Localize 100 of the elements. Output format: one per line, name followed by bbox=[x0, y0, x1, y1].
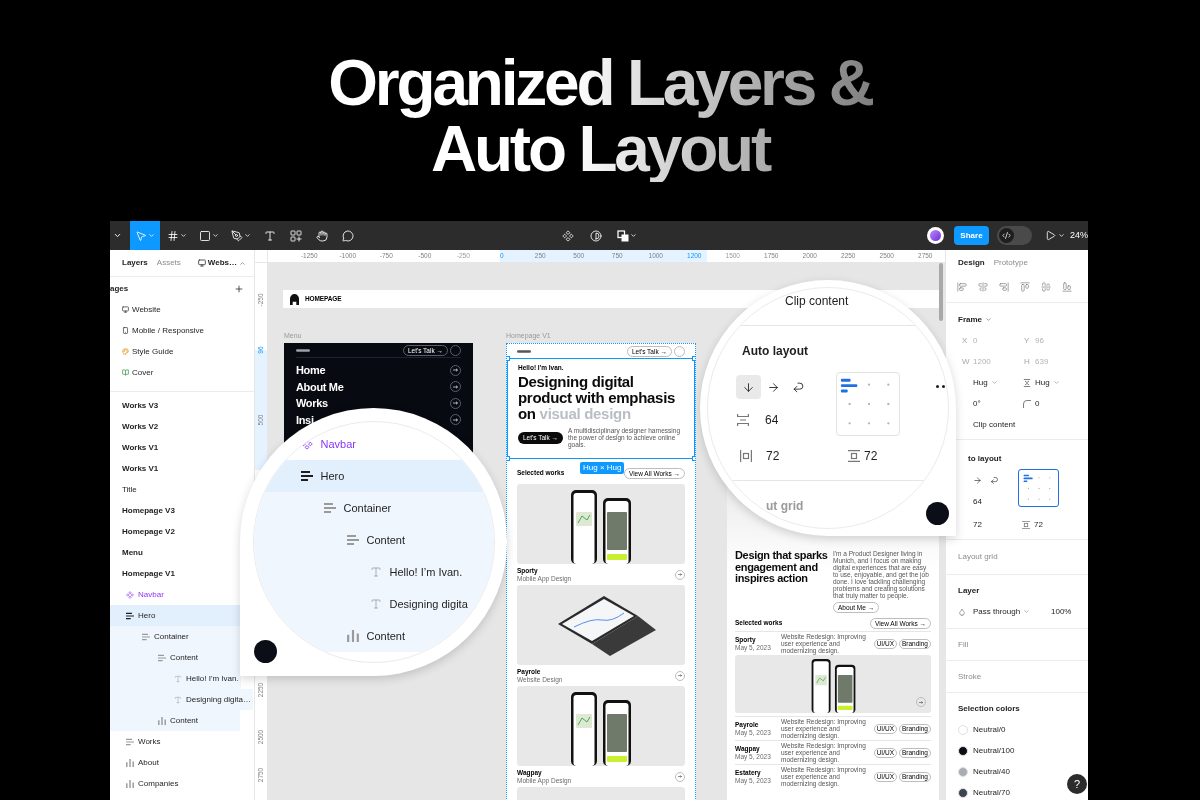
text-icon bbox=[369, 566, 382, 578]
text-icon bbox=[174, 674, 182, 683]
color-name: Neutral/100 bbox=[973, 744, 1015, 757]
hero-heading: Designing digital product with emphasis on visual design bbox=[518, 374, 677, 422]
layer-item[interactable]: Container bbox=[253, 492, 494, 524]
play-icon bbox=[1045, 230, 1056, 241]
sizing-select[interactable]: Hug bbox=[973, 376, 998, 389]
field-label: H bbox=[1023, 355, 1031, 368]
align-top-icon[interactable] bbox=[1020, 282, 1030, 292]
plus-icon[interactable] bbox=[234, 283, 244, 294]
hash-icon bbox=[167, 229, 179, 242]
menu-link[interactable]: Insi bbox=[296, 413, 314, 426]
chevron-down-icon[interactable] bbox=[113, 231, 122, 240]
hug-height-icon bbox=[1023, 378, 1031, 387]
field-label: W bbox=[961, 355, 971, 368]
page-item[interactable]: Cover bbox=[110, 362, 254, 383]
color-swatch-icon[interactable] bbox=[958, 787, 968, 798]
page-item[interactable]: Mobile / Responsive bbox=[110, 320, 254, 341]
menu-link[interactable]: Works bbox=[296, 397, 328, 410]
hand-icon bbox=[316, 229, 328, 242]
section-title[interactable]: Fill bbox=[958, 638, 969, 651]
page-picker[interactable]: Webs… bbox=[197, 257, 246, 269]
section-title: to layout bbox=[968, 452, 1002, 465]
layer-item[interactable]: Designing digita… bbox=[110, 689, 253, 710]
align-left-icon[interactable] bbox=[957, 282, 967, 292]
section-heading: ages bbox=[110, 282, 129, 295]
gap-field[interactable]: 64 bbox=[973, 495, 982, 508]
stack-icon bbox=[142, 632, 150, 641]
chevron-down-icon bbox=[1052, 379, 1060, 386]
layer-item[interactable]: Hello! I'm Ivan. bbox=[110, 668, 241, 689]
panel-tab[interactable]: Layers bbox=[122, 257, 148, 269]
field-label: X bbox=[961, 334, 969, 347]
corner-radius-icon bbox=[1023, 399, 1031, 408]
avatar-icon[interactable] bbox=[927, 227, 944, 244]
layer-item[interactable]: Hello! I’m Ivan. bbox=[253, 556, 494, 588]
color-swatch-icon[interactable] bbox=[958, 745, 968, 756]
wordmark-icon bbox=[296, 348, 310, 352]
droplet-icon bbox=[958, 607, 966, 616]
layer-item[interactable]: Content bbox=[110, 647, 240, 668]
text-icon bbox=[174, 695, 182, 704]
menu-link[interactable]: Home bbox=[296, 364, 326, 377]
stack-icon bbox=[300, 470, 313, 482]
align-bottom-icon[interactable] bbox=[1062, 282, 1072, 292]
page-item[interactable]: Website bbox=[110, 299, 254, 320]
palette-icon bbox=[122, 348, 129, 355]
dev-mode-toggle[interactable] bbox=[997, 226, 1032, 245]
scrollbar[interactable] bbox=[939, 263, 943, 321]
align-right-icon[interactable] bbox=[999, 282, 1009, 292]
stack-icon bbox=[158, 653, 166, 662]
pointer-icon bbox=[135, 229, 147, 242]
blend-mode-select[interactable]: Pass through bbox=[973, 605, 1051, 618]
section-title[interactable]: Layout grid bbox=[958, 551, 998, 563]
sizing-select[interactable]: Hug bbox=[1035, 376, 1060, 389]
wrap-arrow-icon bbox=[989, 476, 999, 485]
opacity-field[interactable]: 100% bbox=[1051, 605, 1072, 618]
layer-item[interactable]: Hero bbox=[110, 605, 240, 626]
layer-item[interactable]: Content bbox=[110, 710, 240, 731]
phone-icon bbox=[122, 327, 129, 334]
comment-icon bbox=[342, 229, 354, 242]
frame-type-select[interactable]: Frame bbox=[958, 313, 992, 326]
wrap-arrow-icon bbox=[792, 380, 805, 394]
color-swatch-icon[interactable] bbox=[958, 724, 968, 735]
color-name: Neutral/40 bbox=[973, 765, 1010, 778]
stack-icon bbox=[126, 611, 134, 620]
radius-field[interactable]: 0 bbox=[1035, 397, 1040, 410]
size-badge: Hug × Hug bbox=[580, 462, 625, 474]
zoom-menu[interactable]: 24% bbox=[1070, 228, 1088, 243]
padding-icon bbox=[1022, 520, 1030, 529]
arrow-down-icon bbox=[742, 380, 755, 394]
alignment-picker[interactable] bbox=[1018, 469, 1059, 507]
menu-link[interactable]: About Me bbox=[296, 380, 344, 393]
layer-item[interactable]: Content bbox=[253, 524, 494, 556]
present-button[interactable] bbox=[1045, 230, 1065, 241]
bars-icon bbox=[126, 779, 134, 788]
squares-plus-icon bbox=[290, 229, 302, 242]
padding-field[interactable]: 72 bbox=[766, 447, 780, 465]
phones-drawing bbox=[809, 659, 857, 713]
section-title[interactable]: Stroke bbox=[958, 670, 982, 683]
checkbox-label[interactable]: Clip content bbox=[785, 292, 849, 310]
arrow-right-icon bbox=[767, 380, 780, 394]
padding-field[interactable]: 72 bbox=[864, 447, 878, 465]
padding-field[interactable]: 72 bbox=[1034, 518, 1043, 531]
monitor-icon bbox=[122, 306, 129, 313]
checkbox-label[interactable]: Clip content bbox=[973, 418, 1016, 431]
color-swatch-icon[interactable] bbox=[958, 766, 968, 777]
chevron-down-icon bbox=[1023, 608, 1031, 615]
direction-button[interactable] bbox=[736, 375, 761, 399]
rotation-field[interactable]: 0° bbox=[973, 397, 981, 410]
panel-tab[interactable]: Prototype bbox=[993, 257, 1028, 269]
field-label: Y bbox=[1023, 334, 1031, 347]
layer-item[interactable]: Container bbox=[110, 626, 240, 647]
bars-icon bbox=[126, 758, 134, 767]
more-icon[interactable] bbox=[936, 385, 945, 388]
chevron-down-icon bbox=[990, 379, 998, 386]
page-item[interactable]: Style Guide bbox=[110, 341, 254, 362]
chevron-down-icon bbox=[985, 316, 992, 323]
panel-tab[interactable]: Assets bbox=[156, 257, 181, 269]
gap-field[interactable]: 64 bbox=[765, 411, 779, 429]
panel-tab[interactable]: Design bbox=[958, 257, 985, 269]
padding-field[interactable]: 72 bbox=[958, 518, 1020, 531]
